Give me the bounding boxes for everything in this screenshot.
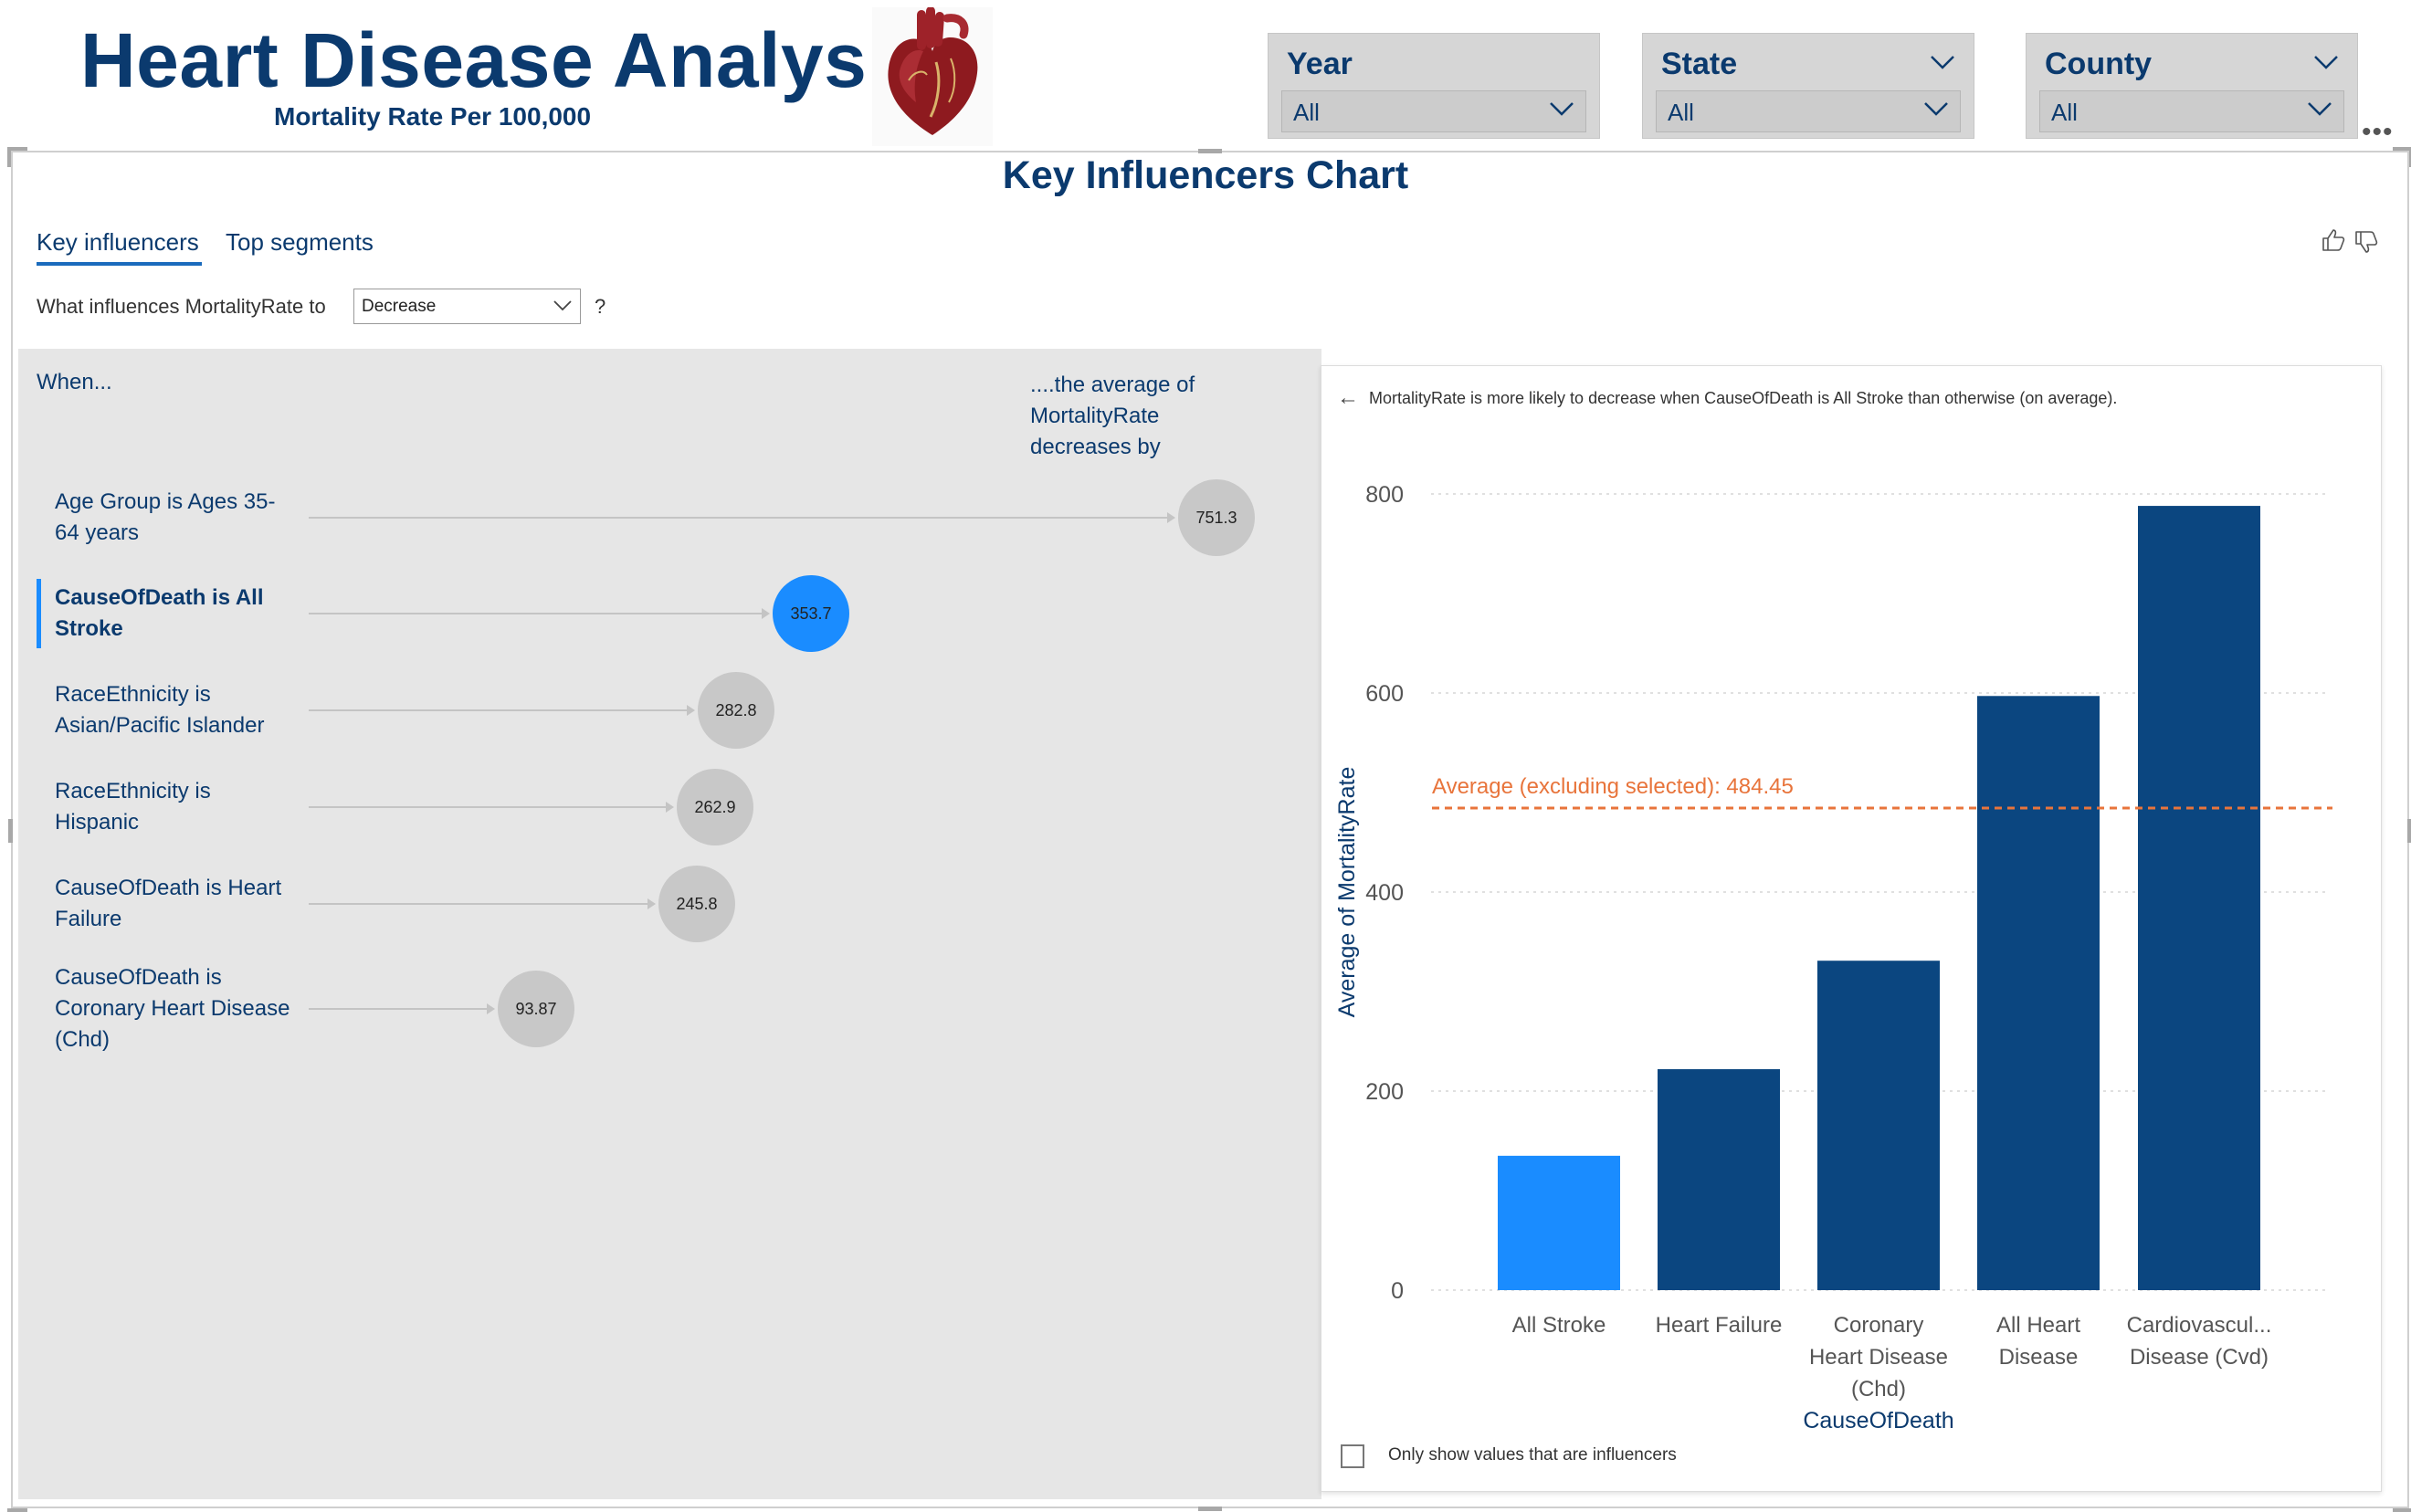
slicer-county-value: All [2051,99,2078,126]
influencer-value-bubble[interactable]: 93.87 [498,971,574,1047]
when-column-header: When... [37,370,112,394]
influencer-line [309,1008,487,1010]
influencer-value-bubble[interactable]: 282.8 [698,672,774,749]
influencer-line [309,903,647,905]
influencer-line [309,517,1167,519]
x-tick-label: Disease (Cvd) [2130,1345,2269,1370]
chevron-down-icon [1550,102,1574,116]
influencer-value-bubble[interactable]: 262.9 [677,769,753,845]
influencer-value-bubble[interactable]: 353.7 [773,575,849,652]
slicer-state[interactable]: State All [1642,33,1974,139]
x-tick-label: Cardiovascul... [2127,1313,2272,1338]
visual-title: Key Influencers Chart [1002,153,1409,197]
influencer-label[interactable]: CauseOfDeath is All Stroke [55,583,279,645]
slicer-year-value: All [1293,99,1320,126]
chevron-down-icon[interactable] [2313,54,2339,70]
bar [1658,1069,1780,1290]
influencer-arrow [762,608,770,619]
slicer-county[interactable]: County All [2026,33,2358,139]
bar [2138,506,2260,1290]
x-tick-label: Disease [1999,1345,2079,1370]
influencer-label[interactable]: RaceEthnicity is Asian/Pacific Islander [55,679,292,741]
influencer-value-bubble[interactable]: 245.8 [658,866,735,942]
x-tick-label: Heart Disease [1809,1345,1948,1370]
slicer-county-label: County [2045,47,2153,81]
slicer-state-label: State [1661,47,1738,81]
resize-handle[interactable] [2393,147,2411,151]
influencer-arrow [487,1003,495,1014]
thumbs-up-icon[interactable] [2320,226,2347,254]
slicer-year[interactable]: Year All [1268,33,1600,139]
influencer-line [309,709,687,711]
influencer-arrow [647,898,656,909]
resize-handle[interactable] [1198,1507,1222,1511]
influencer-label[interactable]: RaceEthnicity is Hispanic [55,776,292,838]
influencer-line [309,613,762,614]
influencer-arrow [687,705,695,716]
chevron-down-icon [1924,102,1948,116]
thumbs-down-icon[interactable] [2353,228,2380,256]
slicer-state-dropdown[interactable]: All [1656,90,1961,132]
bar [1498,1155,1620,1290]
slicer-state-value: All [1668,99,1694,126]
y-tick-label: 600 [1365,681,1404,707]
slicer-county-dropdown[interactable]: All [2039,90,2344,132]
x-tick-label: Heart Failure [1656,1313,1783,1338]
influencer-label[interactable]: Age Group is Ages 35-64 years [55,487,292,549]
x-tick-label: (Chd) [1851,1377,1906,1402]
outcome-dropdown[interactable]: Decrease [353,289,581,324]
chevron-down-icon[interactable] [1930,54,1955,70]
slicer-year-dropdown[interactable]: All [1281,90,1586,132]
bar [1817,961,1940,1290]
influencer-arrow [666,802,674,813]
x-tick-label: All Heart [1996,1313,2080,1338]
active-tab-indicator [37,262,202,266]
resize-handle[interactable] [8,819,13,843]
slicer-year-label: Year [1287,47,1353,81]
chevron-down-icon [553,300,572,311]
influencer-arrow [1167,512,1175,523]
tab-key-influencers[interactable]: Key influencers [37,228,199,257]
influencer-line [309,806,666,808]
x-tick-label: All Stroke [1512,1313,1606,1338]
average-reference-label: Average (excluding selected): 484.45 [1432,774,1794,799]
selected-indicator [37,579,41,648]
report-title: Heart Disease Analysis [80,17,932,103]
resize-handle[interactable] [2393,1508,2411,1512]
detail-bar-chart: 0 200 400 600 800 Average of MortalityRate All… [1334,482,2332,1433]
heart-image [872,6,993,146]
x-axis-title: CauseOfDeath [1803,1408,1953,1433]
tab-top-segments[interactable]: Top segments [226,228,374,257]
more-options-icon[interactable]: ••• [2362,117,2394,148]
x-tick-label: Coronary [1834,1313,1924,1338]
y-axis-title: Average of MortalityRate [1334,767,1360,1018]
question-mark: ? [595,295,606,318]
influencers-only-checkbox[interactable] [1341,1444,1364,1468]
influencer-value-bubble[interactable]: 751.3 [1178,479,1255,556]
y-tick-label: 400 [1365,880,1404,906]
question-label: What influences MortalityRate to [37,295,326,318]
influencers-only-label: Only show values that are influencers [1388,1445,1677,1465]
chevron-down-icon [2308,102,2332,116]
y-tick-label: 200 [1365,1079,1404,1105]
y-tick-label: 0 [1391,1278,1404,1304]
outcome-dropdown-value: Decrease [362,297,437,316]
bar [1977,696,2100,1290]
report-subtitle: Mortality Rate Per 100,000 [274,102,592,131]
y-tick-label: 800 [1365,482,1404,508]
resize-handle[interactable] [7,1508,27,1512]
average-column-header: ....the average of MortalityRate decreas… [1030,373,1195,459]
influencer-label[interactable]: CauseOfDeath is Coronary Heart Disease (… [55,962,292,1055]
resize-handle[interactable] [2407,819,2411,843]
influencer-label[interactable]: CauseOfDeath is Heart Failure [55,873,292,935]
